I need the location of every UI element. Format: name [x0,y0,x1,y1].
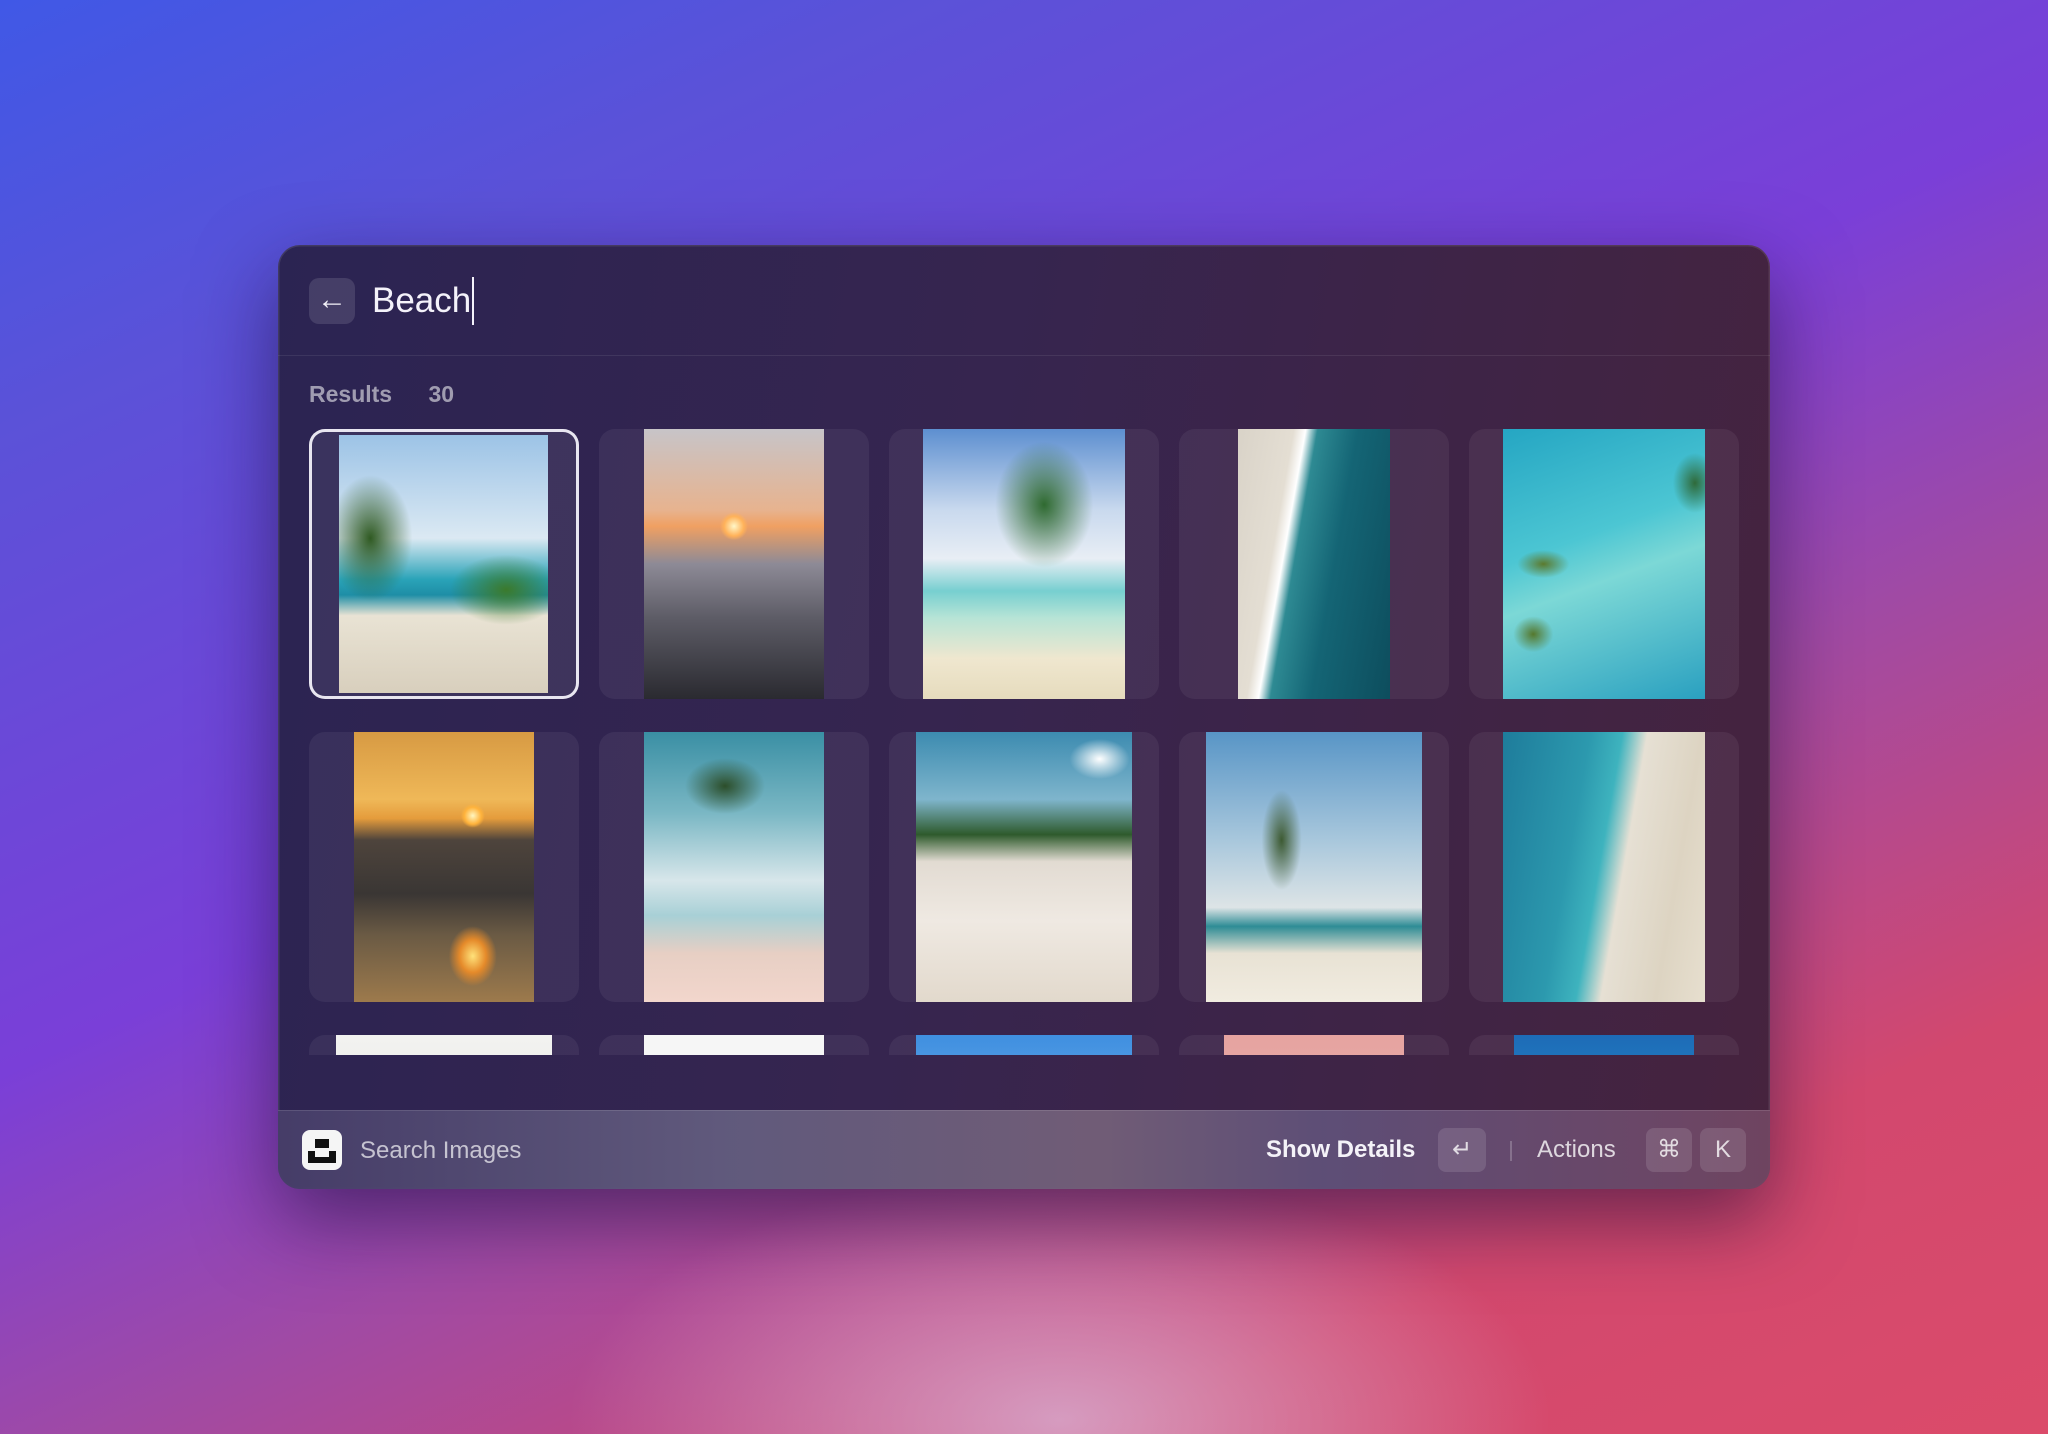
image-result-12[interactable] [599,1035,869,1055]
k-key-label: K [1714,1136,1731,1163]
image-thumbnail [923,429,1125,699]
image-thumbnail [1224,1035,1404,1055]
image-grid [309,429,1739,1055]
command-icon: ⌘ [1657,1136,1681,1163]
image-thumbnail [1503,732,1705,1002]
actions-button[interactable]: Actions [1537,1136,1616,1164]
image-result-8[interactable] [889,732,1159,1002]
image-result-13[interactable] [889,1035,1159,1055]
footer-divider [1510,1141,1512,1161]
image-thumbnail [1206,732,1422,1002]
image-thumbnail [644,429,824,699]
show-details-button[interactable]: Show Details [1266,1136,1415,1164]
search-bar: ← Beach [278,245,1770,356]
image-thumbnail [354,732,534,1002]
image-result-10[interactable] [1469,732,1739,1002]
image-thumbnail [644,732,824,1002]
image-result-7[interactable] [599,732,869,1002]
image-thumbnail [1238,429,1390,699]
results-header: Results 30 [309,381,454,408]
search-input[interactable]: Beach [372,277,475,325]
image-result-9[interactable] [1179,732,1449,1002]
extension-title: Search Images [360,1137,522,1164]
results-count: 30 [428,381,455,407]
image-result-11[interactable] [309,1035,579,1055]
results-label: Results [309,381,393,407]
command-key-hint: ⌘ [1646,1128,1692,1172]
image-result-2[interactable] [599,429,869,699]
image-thumbnail [644,1035,824,1055]
enter-key-hint: ↵ [1438,1128,1486,1172]
image-result-1[interactable] [309,429,579,699]
image-result-14[interactable] [1179,1035,1449,1055]
image-thumbnail [339,435,548,693]
k-key-hint: K [1700,1128,1746,1172]
unsplash-logo-icon [302,1130,342,1170]
action-bar: Search Images Show Details ↵ Actions ⌘ K [278,1110,1770,1189]
image-thumbnail [916,1035,1132,1055]
image-result-15[interactable] [1469,1035,1739,1055]
image-thumbnail [916,732,1132,1002]
image-thumbnail [1503,429,1705,699]
image-result-6[interactable] [309,732,579,1002]
image-result-3[interactable] [889,429,1159,699]
image-result-4[interactable] [1179,429,1449,699]
image-thumbnail [1514,1035,1694,1055]
back-button[interactable]: ← [309,278,355,324]
image-result-5[interactable] [1469,429,1739,699]
return-icon: ↵ [1451,1136,1473,1163]
search-images-window: ← Beach Results 30 Search Images Show De… [278,245,1770,1189]
arrow-left-icon: ← [317,283,347,316]
image-thumbnail [336,1035,552,1055]
